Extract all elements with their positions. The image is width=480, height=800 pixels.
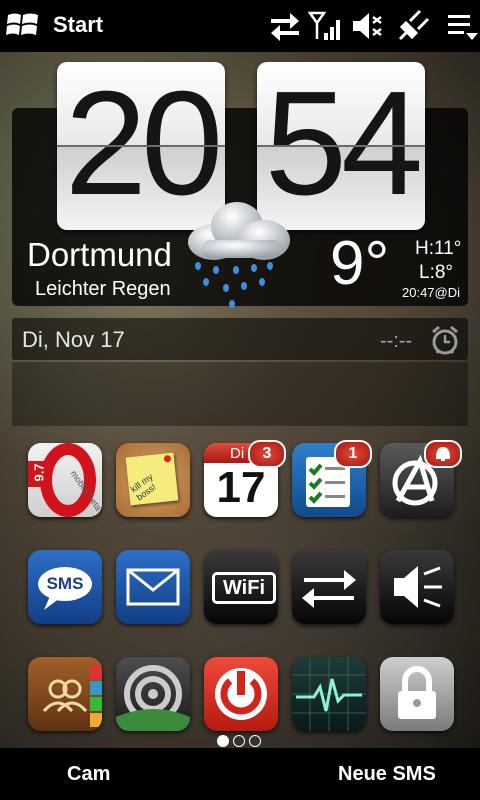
power-icon[interactable] [204, 657, 278, 731]
windows-logo-icon[interactable] [6, 10, 40, 40]
alarm-app-badge [424, 440, 462, 468]
lock-icon[interactable] [380, 657, 454, 731]
page-dot-2[interactable] [233, 735, 245, 747]
empty-widget-area [12, 362, 468, 426]
alarm-time: --:-- [380, 330, 413, 352]
signal-icon [308, 11, 340, 40]
sticky-note-icon[interactable]: kill my boss! [116, 443, 190, 517]
data-switch-icon[interactable] [292, 550, 366, 624]
mail-icon[interactable] [116, 550, 190, 624]
calendar-day-number: 17 [216, 463, 266, 512]
tasks-badge: 1 [334, 440, 372, 468]
weather-high: H:11° [415, 238, 462, 259]
sms-label: SMS [46, 574, 84, 593]
calendar-day-label: Di [230, 445, 245, 462]
task-manager-icon[interactable] [292, 657, 366, 731]
weather-condition: Leichter Regen [35, 278, 171, 300]
soft-key-right[interactable]: Neue SMS [338, 763, 436, 786]
calendar-badge: 3 [248, 440, 286, 468]
page-title: Start [53, 12, 104, 37]
page-dot-1[interactable] [217, 735, 229, 747]
opera-version-label: 9.7 [31, 463, 47, 482]
weather-updated: 20:47@Di [402, 285, 461, 300]
alarm-clock-icon[interactable] [430, 324, 460, 356]
volume-muted-icon [353, 13, 382, 39]
date-label: Di, Nov 17 [22, 327, 125, 352]
page-dot-3[interactable] [249, 735, 261, 747]
soft-key-left[interactable]: Cam [67, 763, 110, 786]
status-bar: Start [0, 0, 480, 52]
weather-temperature: 9° [330, 229, 390, 298]
opera-mobile-icon[interactable]: 9.7 mobile beta [28, 443, 102, 517]
data-sync-icon [271, 13, 299, 41]
volume-icon[interactable] [380, 550, 454, 624]
charging-icon [398, 9, 430, 41]
weather-city: Dortmund [27, 236, 172, 273]
rain-cloud-icon [188, 202, 290, 308]
sticky-note-text: kill my boss! [128, 471, 158, 503]
menu-icon[interactable] [446, 9, 480, 43]
sms-icon[interactable]: SMS [28, 550, 102, 624]
wifi-label: WiFi [212, 572, 276, 604]
wifi-icon[interactable]: WiFi [204, 550, 278, 624]
weather-low: L:8° [419, 262, 454, 283]
contacts-icon[interactable] [28, 657, 102, 731]
gps-icon[interactable] [116, 657, 190, 731]
